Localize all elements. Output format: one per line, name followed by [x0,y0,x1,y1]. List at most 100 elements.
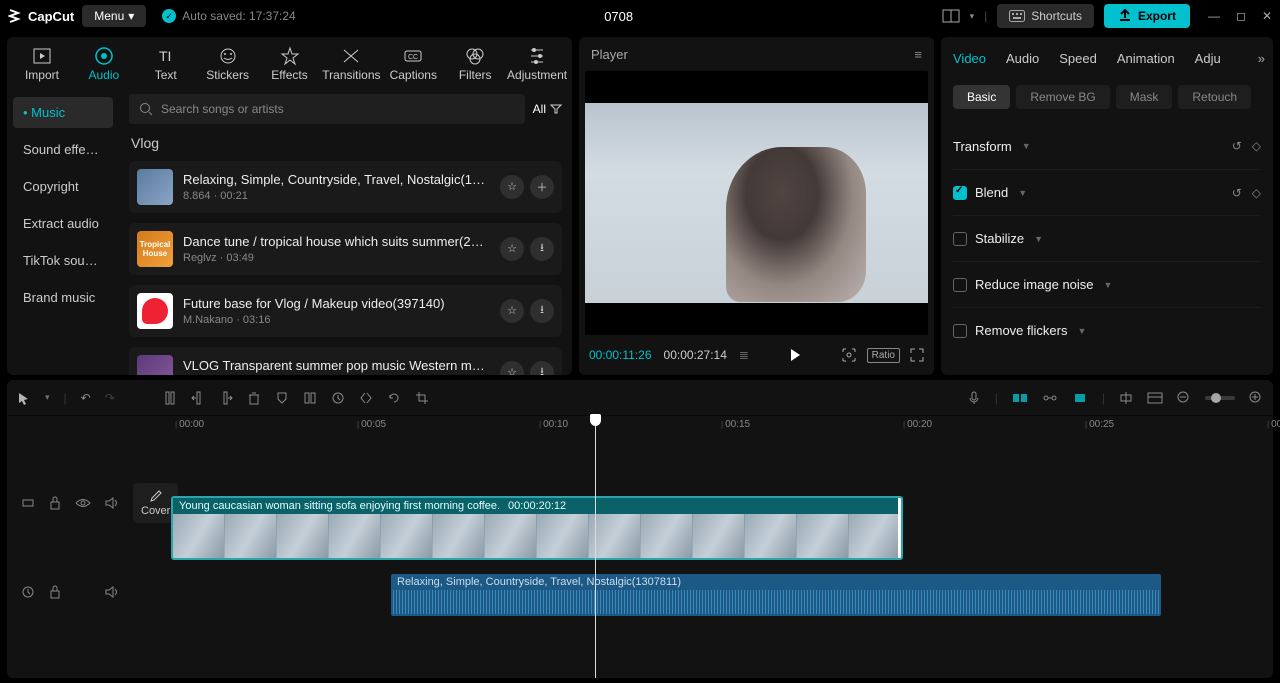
magnet-tool[interactable] [1012,392,1028,404]
reverse-tool[interactable] [331,391,345,405]
redo-button[interactable]: ↷ [105,391,115,405]
prop-remove-flickers[interactable]: Remove flickers▼ [953,307,1261,353]
player-viewport[interactable] [585,71,928,335]
track-item[interactable]: TropicalHouse Dance tune / tropical hous… [129,223,562,275]
download-button[interactable]: ⭳ [530,361,554,375]
track-collapse-icon[interactable] [21,496,35,510]
align-tool[interactable] [1119,391,1133,405]
prop-tab-video[interactable]: Video [953,51,986,66]
sidebar-item-tiktok-sounds[interactable]: TikTok sou… [13,245,113,276]
tab-stickers[interactable]: Stickers [197,46,259,82]
sidebar-item-music[interactable]: • Music [13,97,113,128]
shortcuts-button[interactable]: Shortcuts [997,4,1094,28]
sidebar-item-sound-effects[interactable]: Sound effe… [13,134,113,165]
delete-tool[interactable] [247,391,261,405]
filter-all-button[interactable]: All [533,102,562,116]
search-input[interactable]: Search songs or artists [129,94,525,124]
track-item[interactable]: VLOG Transparent summer pop music Wester… [129,347,562,375]
video-clip[interactable]: Young caucasian woman sitting sofa enjoy… [171,496,903,560]
subtab-basic[interactable]: Basic [953,85,1010,109]
audio-clip[interactable]: Relaxing, Simple, Countryside, Travel, N… [391,574,1161,616]
favorite-button[interactable]: ☆ [500,361,524,375]
menu-button[interactable]: Menu ▾ [82,5,146,27]
sidebar-item-brand-music[interactable]: Brand music [13,282,113,313]
tab-transitions[interactable]: Transitions [320,46,382,82]
tab-adjustment[interactable]: Adjustment [506,46,568,82]
clip-handle[interactable] [898,497,902,559]
prop-tab-speed[interactable]: Speed [1059,51,1097,66]
preview-snap-tool[interactable] [1072,392,1088,404]
freeze-tool[interactable] [303,391,317,405]
prop-reduce-noise[interactable]: Reduce image noise▼ [953,261,1261,307]
reset-icon[interactable]: ↺ [1232,186,1242,200]
keyframe-icon[interactable]: ◇ [1252,139,1261,153]
reset-icon[interactable]: ↺ [1232,139,1242,153]
favorite-button[interactable]: ☆ [500,175,524,199]
keyframe-icon[interactable]: ◇ [1252,186,1261,200]
checkbox[interactable] [953,278,967,292]
layout-icon[interactable] [942,9,960,23]
tab-import[interactable]: Import [11,46,73,82]
track-item[interactable]: Future base for Vlog / Makeup video(3971… [129,285,562,337]
prop-transform[interactable]: Transform▼ ↺◇ [953,123,1261,169]
zoom-slider[interactable] [1205,396,1235,400]
prop-tab-adjust[interactable]: Adju [1195,51,1221,66]
tab-filters[interactable]: Filters [444,46,506,82]
close-button[interactable]: ✕ [1262,9,1272,23]
subtab-mask[interactable]: Mask [1116,85,1173,109]
checkbox[interactable] [953,186,967,200]
checkbox[interactable] [953,232,967,246]
lock-icon[interactable] [49,585,61,599]
marker-tool[interactable] [275,391,289,405]
prop-tab-animation[interactable]: Animation [1117,51,1175,66]
ratio-button[interactable]: Ratio [867,348,900,363]
favorite-button[interactable]: ☆ [500,299,524,323]
playhead[interactable] [595,416,596,678]
rotate-tool[interactable] [387,391,401,405]
favorite-button[interactable]: ☆ [500,237,524,261]
sidebar-item-extract-audio[interactable]: Extract audio [13,208,113,239]
add-button[interactable]: ＋ [530,175,554,199]
prop-blend[interactable]: Blend▼ ↺◇ [953,169,1261,215]
clock-icon[interactable] [21,585,35,599]
zoom-out-button[interactable] [1177,391,1191,405]
subtab-remove-bg[interactable]: Remove BG [1016,85,1109,109]
maximize-button[interactable]: ◻ [1236,9,1246,23]
mute-icon[interactable] [105,586,119,598]
delete-right-tool[interactable] [219,391,233,405]
prop-tab-audio[interactable]: Audio [1006,51,1039,66]
eye-icon[interactable] [75,498,91,508]
download-button[interactable]: ⭳ [530,237,554,261]
undo-button[interactable]: ↶ [81,391,91,405]
minimize-button[interactable]: — [1208,9,1220,23]
scan-icon[interactable] [841,347,857,363]
sidebar-item-copyright[interactable]: Copyright [13,171,113,202]
mute-icon[interactable] [105,497,119,509]
prop-stabilize[interactable]: Stabilize▼ [953,215,1261,261]
crop-tool[interactable] [415,391,429,405]
more-tabs-icon[interactable]: » [1258,51,1265,66]
player-menu-icon[interactable]: ≡ [914,47,922,62]
download-button[interactable]: ⭳ [530,299,554,323]
mirror-tool[interactable] [359,391,373,405]
chevron-down-icon[interactable]: ▾ [45,392,50,403]
list-icon[interactable]: ≣ [739,348,749,362]
fullscreen-icon[interactable] [910,348,924,362]
zoom-in-button[interactable] [1249,391,1263,405]
tab-text[interactable]: TIText [135,46,197,82]
lock-icon[interactable] [49,496,61,510]
play-button[interactable] [788,348,802,362]
timeline-ruler[interactable]: 00:00 00:05 00:10 00:15 00:20 00:25 00: [165,416,1273,438]
link-tool[interactable] [1042,392,1058,404]
selection-tool[interactable] [17,391,31,405]
split-tool[interactable] [163,391,177,405]
track-header-tool[interactable] [1147,392,1163,404]
subtab-retouch[interactable]: Retouch [1178,85,1251,109]
timeline-tracks[interactable]: Young caucasian woman sitting sofa enjoy… [165,438,1273,678]
chevron-down-icon[interactable]: ▾ [970,11,975,22]
tab-effects[interactable]: Effects [259,46,321,82]
tab-captions[interactable]: CCCaptions [382,46,444,82]
checkbox[interactable] [953,324,967,338]
record-audio-button[interactable] [967,391,981,405]
tab-audio[interactable]: Audio [73,46,135,82]
